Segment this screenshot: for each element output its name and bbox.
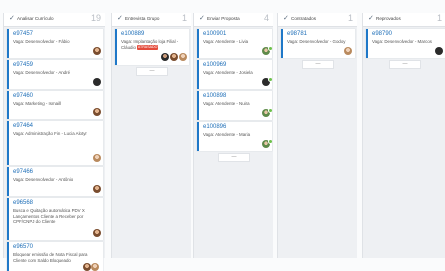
card-id[interactable]: e96570	[13, 244, 33, 251]
card-description: Vaga: Implantação loja Filial - Cláudio A…	[121, 39, 186, 50]
card-id[interactable]: e100889	[121, 31, 144, 38]
card-id[interactable]: e100901	[203, 31, 226, 38]
online-status-icon	[268, 139, 272, 144]
card-id[interactable]: e100896	[203, 124, 226, 131]
card-id[interactable]: e100898	[203, 93, 226, 100]
column-header[interactable]: ✓ Entrevista Grupo 1	[112, 13, 191, 27]
card-description: Vaga: Desenvolvedor - Marcos	[372, 39, 432, 44]
card-id[interactable]: e97464	[13, 123, 33, 130]
card-id[interactable]: e97457	[13, 31, 33, 38]
card[interactable]: e96570 Bloquear emissão de Nota Fiscal p…	[7, 242, 103, 271]
card[interactable]: e98781 Vaga: Desenvolvedor - Godoy	[281, 29, 355, 58]
avatar[interactable]	[93, 229, 101, 237]
avatar[interactable]	[93, 108, 101, 116]
online-status-icon	[268, 46, 272, 51]
column-reprovados: ✓ Reprovados 1 e98790 Vaga: Desenvolvedo…	[362, 13, 445, 258]
column-count: 1	[436, 13, 442, 23]
column-header[interactable]: ✓ Contratados 1	[278, 13, 357, 27]
card-description: Vaga: Atendente - Nuira	[203, 101, 250, 106]
more-cards-bar[interactable]: —	[218, 153, 250, 162]
kanban-board: ✓ Analisar Currículo 19 e97457 Vaga: Des…	[0, 0, 445, 271]
column-contratados: ✓ Contratados 1 e98781 Vaga: Desenvolved…	[277, 13, 357, 258]
avatar[interactable]	[179, 53, 187, 61]
card[interactable]: e97457 Vaga: Desenvolvedor - Fábio	[7, 29, 103, 58]
check-icon: ✓	[283, 15, 289, 22]
column-title: Analisar Currículo	[17, 16, 54, 21]
column-header[interactable]: ✓ Enviar Proposta 4	[194, 13, 273, 27]
avatar[interactable]	[170, 53, 178, 61]
avatar[interactable]	[83, 263, 91, 271]
column-count: 4	[263, 13, 269, 23]
card-description: Vaga: Administração Fin - Lucia Alotyr	[13, 131, 87, 136]
check-icon: ✓	[9, 15, 15, 22]
avatar[interactable]	[93, 78, 101, 86]
card-id[interactable]: e97466	[13, 169, 33, 176]
card-id[interactable]: e98790	[372, 31, 392, 38]
column-title: Contratados	[291, 16, 317, 21]
column-title: Reprovados	[376, 16, 401, 21]
check-icon: ✓	[368, 15, 374, 22]
avatar[interactable]	[161, 53, 169, 61]
avatar[interactable]	[344, 47, 352, 55]
card[interactable]: e96568 Busca e Quitação automática PDV X…	[7, 198, 103, 240]
card[interactable]: e97459 Vaga: Desenvolvedor - André	[7, 60, 103, 89]
column-count: 19	[90, 13, 101, 23]
more-cards-bar[interactable]: —	[136, 67, 168, 76]
column-title: Enviar Proposta	[207, 16, 240, 21]
late-badge: ATRASADO	[136, 45, 159, 50]
card-description: Vaga: Desenvolvedor - André	[13, 70, 71, 75]
column-enviar-proposta: ✓ Enviar Proposta 4 e100901 Vaga: Atende…	[193, 13, 273, 258]
online-status-icon	[268, 108, 272, 113]
card-description: Vaga: Atendente - Josiela	[203, 70, 253, 75]
more-cards-bar[interactable]: —	[302, 60, 334, 69]
card-description: Vaga: Marketing - Ismaill	[13, 101, 61, 106]
column-title: Entrevista Grupo	[125, 16, 160, 21]
card-id[interactable]: e97459	[13, 62, 33, 69]
column-analisar-curriculo: ✓ Analisar Currículo 19 e97457 Vaga: Des…	[3, 13, 105, 271]
column-entrevista-grupo: ✓ Entrevista Grupo 1 e100889 Vaga: Impla…	[111, 13, 191, 258]
column-header[interactable]: ✓ Analisar Currículo 19	[4, 13, 105, 27]
avatar[interactable]	[93, 185, 101, 193]
card[interactable]: e97466 Vaga: Desenvolvedor - Antônio	[7, 167, 103, 196]
more-cards-bar[interactable]: —	[389, 60, 421, 69]
column-count: 1	[347, 13, 353, 23]
card[interactable]: e100889 Vaga: Implantação loja Filial - …	[115, 29, 189, 65]
online-status-icon	[268, 77, 272, 82]
card[interactable]: e100969 Vaga: Atendente - Josiela	[197, 60, 272, 89]
column-header[interactable]: ✓ Reprovados 1	[363, 13, 445, 27]
card-id[interactable]: e97460	[13, 93, 33, 100]
check-icon: ✓	[199, 15, 205, 22]
avatar[interactable]	[435, 47, 443, 55]
card[interactable]: e97464 Vaga: Administração Fin - Lucia A…	[7, 121, 103, 165]
card-description: Vaga: Desenvolvedor - Fábio	[13, 39, 70, 44]
card-description: Vaga: Desenvolvedor - Godoy	[287, 39, 346, 44]
card-id[interactable]: e100969	[203, 62, 226, 69]
card[interactable]: e98790 Vaga: Desenvolvedor - Marcos	[366, 29, 445, 58]
card-description: Vaga: Atendente - Maria	[203, 132, 251, 137]
avatar[interactable]	[93, 154, 101, 162]
card-description: Vaga: Desenvolvedor - Antônio	[13, 177, 74, 182]
card-id[interactable]: e98781	[287, 31, 307, 38]
card[interactable]: e100896 Vaga: Atendente - Maria	[197, 122, 272, 151]
avatar[interactable]	[91, 263, 99, 271]
check-icon: ✓	[117, 15, 123, 22]
card-description: Vaga: Atendente - Livia	[203, 39, 249, 44]
card[interactable]: e100901 Vaga: Atendente - Livia	[197, 29, 272, 58]
avatar[interactable]	[93, 47, 101, 55]
column-count: 1	[181, 13, 187, 23]
card-description: Busca e Quitação automática PDV X Lançam…	[13, 208, 85, 225]
card[interactable]: e100898 Vaga: Atendente - Nuira	[197, 91, 272, 120]
card[interactable]: e97460 Vaga: Marketing - Ismaill	[7, 91, 103, 119]
card-id[interactable]: e96568	[13, 200, 33, 207]
